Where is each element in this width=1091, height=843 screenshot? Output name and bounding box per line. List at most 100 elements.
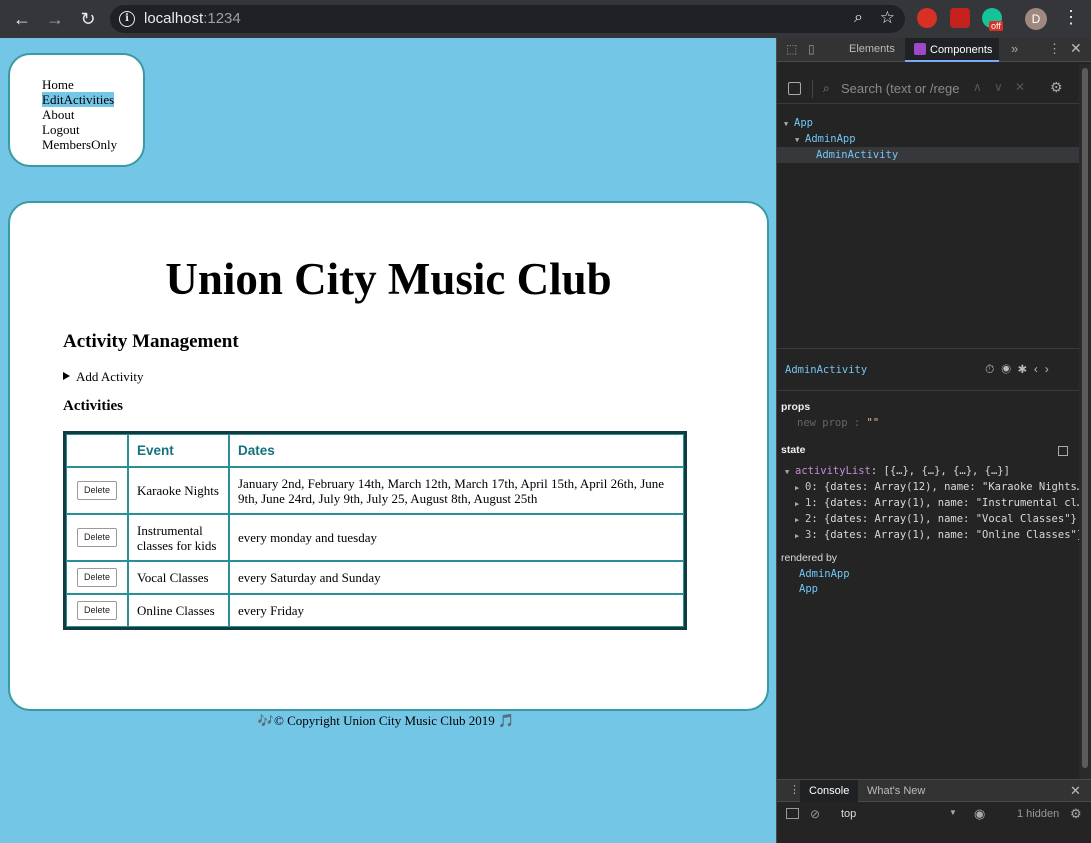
- console-toolbar: ⊘ top ▼ ◉ 1 hidden ⚙: [777, 802, 1091, 828]
- state-index: 1: [805, 497, 812, 509]
- stopwatch-icon[interactable]: ⏱: [985, 362, 1001, 376]
- delete-cell: Delete: [66, 561, 128, 594]
- reload-icon[interactable]: ↻: [76, 7, 100, 31]
- delete-button[interactable]: Delete: [77, 528, 118, 547]
- eye-icon[interactable]: ◉: [1001, 362, 1018, 376]
- add-activity-toggle[interactable]: Add Activity: [63, 369, 144, 385]
- rendered-by-item[interactable]: AdminApp: [799, 567, 850, 582]
- page-title: Union City Music Club: [165, 254, 612, 304]
- extension-hand-icon[interactable]: [917, 8, 937, 28]
- dropdown-caret-icon[interactable]: ▼: [949, 808, 957, 817]
- tab-whats-new[interactable]: What's New: [867, 785, 925, 797]
- toolbar-divider: [812, 80, 813, 98]
- state-index: 0: [805, 481, 812, 493]
- copy-icon[interactable]: [1058, 446, 1068, 456]
- tree-item-adminactivity[interactable]: AdminActivity: [777, 147, 1079, 163]
- column-header-event: Event: [128, 434, 229, 467]
- devtools-menu-icon[interactable]: ⋮: [1048, 41, 1061, 57]
- react-logo-icon: [914, 43, 926, 55]
- new-prop-row[interactable]: new prop : "": [797, 417, 879, 429]
- browser-menu-icon[interactable]: ⋮: [1062, 7, 1080, 28]
- state-key: activityList: [795, 465, 871, 477]
- state-value: {dates: Array(1), name: "Instrumental cl…: [823, 497, 1084, 509]
- nav-about[interactable]: About: [42, 107, 75, 122]
- state-item-row[interactable]: ▶ 0: {dates: Array(12), name: "Karaoke Ni…: [785, 479, 1083, 495]
- state-item-row[interactable]: ▶ 1: {dates: Array(1), name: "Instrumenta…: [785, 495, 1083, 511]
- section-title: Activity Management: [63, 331, 239, 352]
- more-tabs-icon[interactable]: »: [1011, 41, 1018, 56]
- select-component-icon[interactable]: [788, 82, 801, 95]
- clear-search-icon[interactable]: ✕: [1015, 80, 1025, 94]
- inspector-header: AdminActivity ⏱◉✱‹›: [777, 349, 1079, 391]
- next-result-icon[interactable]: ∨: [994, 80, 1003, 94]
- search-icon: ⌕: [823, 81, 830, 95]
- expand-caret-icon[interactable]: ▶: [795, 496, 805, 512]
- back-arrow-icon[interactable]: ←: [10, 7, 34, 31]
- component-inspector: AdminActivity ⏱◉✱‹› props new prop : "" …: [777, 349, 1083, 595]
- devtools-close-icon[interactable]: ✕: [1070, 40, 1082, 57]
- inspector-actions: ⏱◉✱‹›: [985, 362, 1056, 377]
- tree-item-adminapp[interactable]: ▼ AdminApp: [777, 131, 1079, 147]
- state-item-row[interactable]: ▶ 2: {dates: Array(1), name: "Vocal Class…: [785, 511, 1083, 527]
- expand-caret-icon[interactable]: ▶: [795, 512, 805, 528]
- nav-logout[interactable]: Logout: [42, 122, 80, 137]
- zoom-icon[interactable]: ⌕: [854, 9, 863, 27]
- url-port: :1234: [203, 10, 241, 27]
- sidebar-toggle-icon[interactable]: [786, 808, 799, 819]
- dates-cell: January 2nd, February 14th, March 12th, …: [229, 467, 684, 514]
- activities-table: Event Dates Delete Karaoke Nights Januar…: [63, 431, 687, 630]
- forward-arrow-icon[interactable]: →: [43, 7, 67, 31]
- tree-item-app[interactable]: ▼ App: [777, 115, 1079, 131]
- context-selector[interactable]: top: [841, 808, 856, 820]
- nav-members-only[interactable]: MembersOnly: [42, 137, 117, 152]
- table-row: Delete Online Classes every Friday: [66, 594, 684, 627]
- table-row: Delete Karaoke Nights January 2nd, Febru…: [66, 467, 684, 514]
- expand-caret-icon[interactable]: ▼: [795, 132, 805, 148]
- nav-edit-activities[interactable]: EditActivities: [42, 92, 115, 107]
- state-item-row[interactable]: ▶ 3: {dates: Array(1), name: "Online Clas…: [785, 527, 1083, 543]
- drawer-menu-icon[interactable]: ⋮: [789, 783, 800, 796]
- expand-caret-icon[interactable]: ▶: [795, 528, 805, 544]
- bookmark-star-icon[interactable]: ☆: [880, 8, 895, 28]
- delete-button[interactable]: Delete: [77, 601, 118, 620]
- scrollbar-thumb[interactable]: [1082, 68, 1088, 768]
- nav-home[interactable]: Home: [42, 77, 74, 92]
- tab-elements[interactable]: Elements: [849, 43, 895, 55]
- state-row-activitylist[interactable]: ▼ activityList: [{…}, {…}, {…}, {…}]: [785, 463, 1083, 479]
- extension-bug-icon[interactable]: [950, 8, 970, 28]
- rendered-by-item[interactable]: App: [799, 582, 850, 597]
- console-drawer: ⋮ Console What's New ✕ ⊘ top ▼ ◉ 1 hidde…: [777, 779, 1091, 843]
- state-value: {dates: Array(1), name: "Online Classes"…: [823, 529, 1084, 541]
- settings-gear-icon[interactable]: ⚙: [1050, 79, 1063, 96]
- delete-button[interactable]: Delete: [77, 481, 118, 500]
- bug-icon[interactable]: ✱: [1018, 362, 1034, 376]
- profile-avatar[interactable]: D: [1025, 8, 1047, 30]
- live-expression-eye-icon[interactable]: ◉: [974, 806, 985, 822]
- devtools-scrollbar[interactable]: [1079, 64, 1091, 779]
- console-settings-gear-icon[interactable]: ⚙: [1070, 806, 1082, 822]
- rendered-by-label: rendered by: [781, 552, 838, 564]
- url-text[interactable]: localhost:1234: [144, 10, 241, 27]
- address-bar[interactable]: i localhost:1234 ⌕ ☆: [110, 5, 905, 33]
- expand-caret-icon[interactable]: ▶: [795, 480, 805, 496]
- expand-caret-icon[interactable]: ▼: [785, 464, 795, 480]
- tab-console[interactable]: Console: [800, 780, 859, 802]
- clear-console-icon[interactable]: ⊘: [810, 807, 820, 821]
- browser-toolbar: ← → ↻ i localhost:1234 ⌕ ☆ off D ⋮: [0, 0, 1091, 38]
- view-source-icon[interactable]: ‹›: [1034, 362, 1056, 376]
- site-nav: Home EditActivities About Logout Members…: [8, 53, 145, 167]
- site-info-icon[interactable]: i: [119, 11, 135, 27]
- state-value: [{…}, {…}, {…}, {…}]: [883, 465, 1010, 477]
- expand-caret-icon[interactable]: ▼: [784, 116, 794, 132]
- previous-result-icon[interactable]: ∧: [973, 80, 982, 94]
- tab-components[interactable]: Components: [905, 38, 1000, 62]
- device-toolbar-icon[interactable]: ▯: [808, 42, 815, 56]
- tree-item-label: App: [794, 117, 813, 129]
- component-search-input[interactable]: [841, 81, 959, 96]
- inspect-element-icon[interactable]: ⬚: [786, 42, 797, 56]
- delete-button[interactable]: Delete: [77, 568, 118, 587]
- page-viewport: Home EditActivities About Logout Members…: [0, 38, 776, 843]
- state-index: 2: [805, 513, 812, 525]
- extension-off-badge: off: [989, 21, 1003, 31]
- drawer-close-icon[interactable]: ✕: [1070, 783, 1081, 799]
